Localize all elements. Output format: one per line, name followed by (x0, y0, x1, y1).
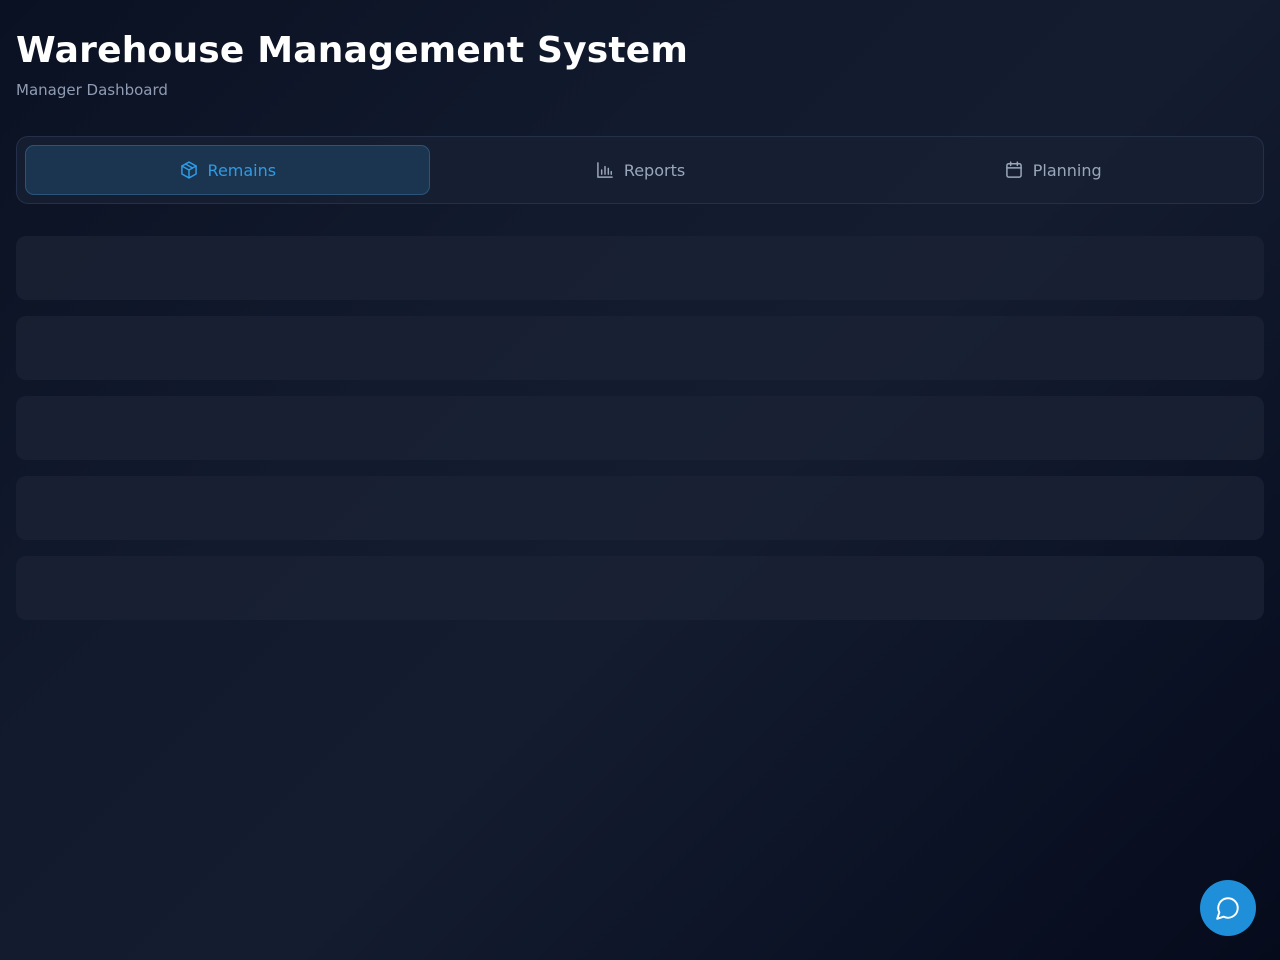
page-title: Warehouse Management System (16, 30, 689, 71)
tab-reports-label: Reports (623, 160, 686, 180)
loading-placeholder-list (16, 236, 1264, 636)
chat-bubble-icon (1215, 895, 1241, 921)
box-icon (179, 160, 199, 180)
loading-placeholder-row (16, 476, 1264, 540)
tab-remains[interactable]: Remains (25, 145, 430, 195)
tab-bar: Remains Reports Planning (16, 136, 1264, 204)
loading-placeholder-row (16, 396, 1264, 460)
tab-planning-label: Planning (1032, 160, 1102, 180)
chat-button[interactable] (1200, 880, 1256, 936)
loading-placeholder-row (16, 316, 1264, 380)
tab-remains-label: Remains (207, 160, 277, 180)
page-subtitle: Manager Dashboard (16, 81, 168, 99)
bar-chart-icon (595, 160, 615, 180)
tab-planning[interactable]: Planning (850, 145, 1255, 195)
tab-reports[interactable]: Reports (438, 145, 843, 195)
loading-placeholder-row (16, 556, 1264, 620)
loading-placeholder-row (16, 236, 1264, 300)
calendar-icon (1004, 160, 1024, 180)
page-header: Warehouse Management System Manager Dash… (16, 28, 688, 100)
